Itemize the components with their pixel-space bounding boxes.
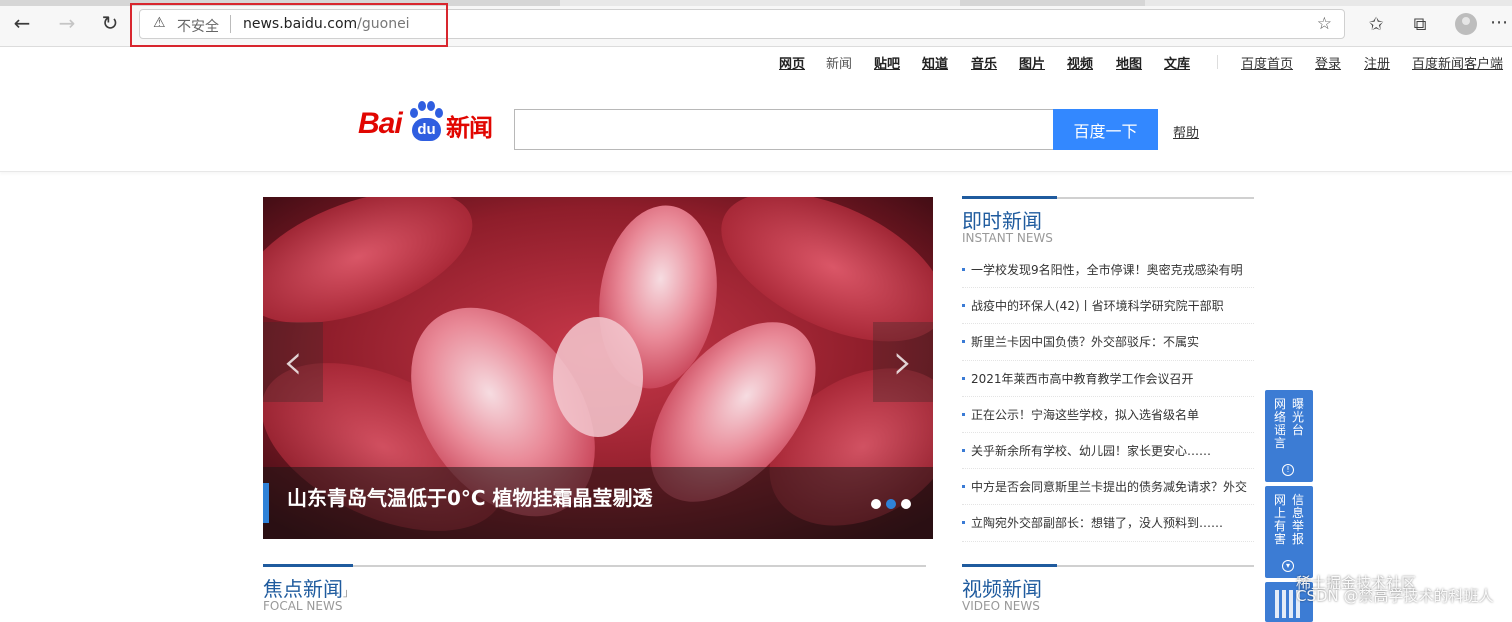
logo-bai-text: Bai xyxy=(358,107,403,140)
nav-map[interactable]: 地图 xyxy=(1116,53,1142,72)
section-subtitle: FOCAL NEWS xyxy=(263,599,343,613)
link-baidu-home[interactable]: 百度首页 xyxy=(1241,53,1293,72)
nav-images[interactable]: 图片 xyxy=(1019,53,1045,72)
section-title[interactable]: 即时新闻 xyxy=(962,205,1042,234)
more-menu-icon[interactable]: ⋯ xyxy=(1490,12,1508,33)
section-rule xyxy=(263,565,926,567)
profile-avatar[interactable] xyxy=(1455,13,1477,35)
nav-divider xyxy=(1217,55,1218,69)
nav-web[interactable]: 网页 xyxy=(779,53,805,72)
video-news-header: 视频新闻 VIDEO NEWS xyxy=(962,564,1254,613)
carousel-dot-active[interactable] xyxy=(886,499,896,509)
instant-news-list: 一学校发现9名阳性，全市停课！奥密克戎感染有明 战疫中的环保人(42)丨省环境科… xyxy=(962,252,1254,542)
title-mark: 」 xyxy=(343,586,354,599)
link-news-app[interactable]: 百度新闻客户端 xyxy=(1412,53,1503,72)
section-subtitle: INSTANT NEWS xyxy=(962,231,1053,245)
logo-du-text: du xyxy=(412,118,441,141)
search-button[interactable]: 百度一下 xyxy=(1053,109,1158,150)
section-accent xyxy=(962,564,1057,567)
back-button[interactable]: ← xyxy=(9,10,35,36)
down-arrow-icon: ▾ xyxy=(1282,560,1294,572)
news-item[interactable]: 正在公示！宁海这些学校，拟入选省级名单 xyxy=(962,397,1254,433)
nav-tieba[interactable]: 贴吧 xyxy=(874,53,900,72)
top-navigation: 网页 新闻 贴吧 知道 音乐 图片 视频 地图 文库 百度首页 登录 注册 百度… xyxy=(0,47,1512,77)
carousel-caption-text[interactable]: 山东青岛气温低于0°C 植物挂霜晶莹剔透 xyxy=(287,482,653,511)
instant-news-header: 即时新闻 INSTANT NEWS xyxy=(962,196,1254,247)
exposure-label: 曝光台 xyxy=(1291,397,1304,437)
harmful-info-report-button[interactable]: 网上有害 信息举报 ▾ xyxy=(1265,486,1313,578)
section-title[interactable]: 焦点新闻」 xyxy=(263,573,354,602)
watermark-csdn: CSDN @禁高学技术的科班人 xyxy=(1296,587,1494,605)
carousel-dot[interactable] xyxy=(901,499,911,509)
add-favorite-icon[interactable]: ☆ xyxy=(1317,14,1332,34)
news-item[interactable]: 一学校发现9名阳性，全市停课！奥密克戎感染有明 xyxy=(962,252,1254,289)
news-item[interactable]: 中方是否会同意斯里兰卡提出的债务减免请求？外交 xyxy=(962,469,1254,506)
collections-icon[interactable]: ⧉ xyxy=(1408,12,1432,36)
news-item[interactable]: 立陶宛外交部副部长：想错了，没人预料到…… xyxy=(962,505,1254,542)
nav-video[interactable]: 视频 xyxy=(1067,53,1093,72)
nav-wenku[interactable]: 文库 xyxy=(1164,53,1190,72)
annotation-highlight-box xyxy=(130,3,448,47)
rumor-exposure-button[interactable]: 网络谣言 曝光台 ! xyxy=(1265,390,1313,482)
nav-news[interactable]: 新闻 xyxy=(826,53,852,72)
alert-icon: ! xyxy=(1282,464,1294,476)
favorites-icon[interactable]: ✩ xyxy=(1364,12,1388,36)
paw-icon: du xyxy=(408,101,444,141)
help-link[interactable]: 帮助 xyxy=(1173,122,1199,141)
tab[interactable] xyxy=(960,0,1145,6)
news-item[interactable]: 斯里兰卡因中国负债？外交部驳斥：不属实 xyxy=(962,324,1254,361)
news-item[interactable]: 2021年莱西市高中教育教学工作会议召开 xyxy=(962,361,1254,397)
nav-zhidao[interactable]: 知道 xyxy=(922,53,948,72)
rumor-label: 网络谣言 xyxy=(1273,397,1286,450)
search-input[interactable] xyxy=(514,109,1054,150)
news-item[interactable]: 战疫中的环保人(42)丨省环境科学研究院干部职 xyxy=(962,288,1254,325)
focal-news-title: 焦点新闻 xyxy=(263,577,343,601)
carousel-next-button[interactable]: › xyxy=(873,322,933,402)
refresh-button[interactable]: ↻ xyxy=(97,10,123,36)
link-login[interactable]: 登录 xyxy=(1315,53,1341,72)
section-accent xyxy=(962,196,1057,199)
carousel-indicators xyxy=(871,499,911,509)
carousel-dot[interactable] xyxy=(871,499,881,509)
section-title[interactable]: 视频新闻 xyxy=(962,573,1042,602)
search-header: Bai du 新闻 百度一下 帮助 xyxy=(0,77,1512,172)
caption-accent-bar xyxy=(263,483,269,523)
section-accent xyxy=(263,564,353,567)
harmful-info-label: 网上有害 xyxy=(1273,493,1286,546)
report-label: 信息举报 xyxy=(1291,493,1304,546)
focal-news-header: 焦点新闻」 FOCAL NEWS xyxy=(263,564,926,613)
carousel-prev-button[interactable]: ‹ xyxy=(263,322,323,402)
section-subtitle: VIDEO NEWS xyxy=(962,599,1040,613)
forward-button[interactable]: → xyxy=(54,10,80,36)
logo-news-text: 新闻 xyxy=(446,114,493,142)
image-carousel[interactable]: ‹ › 山东青岛气温低于0°C 植物挂霜晶莹剔透 xyxy=(263,197,933,539)
news-item[interactable]: 关乎新余所有学校、幼儿园！家长更安心…… xyxy=(962,433,1254,470)
nav-music[interactable]: 音乐 xyxy=(971,53,997,72)
link-register[interactable]: 注册 xyxy=(1364,53,1390,72)
carousel-caption[interactable]: 山东青岛气温低于0°C 植物挂霜晶莹剔透 xyxy=(263,467,933,539)
browser-toolbar: ← → ↻ ⚠ 不安全 news.baidu.com/guonei ☆ ✩ ⧉ … xyxy=(0,0,1512,47)
